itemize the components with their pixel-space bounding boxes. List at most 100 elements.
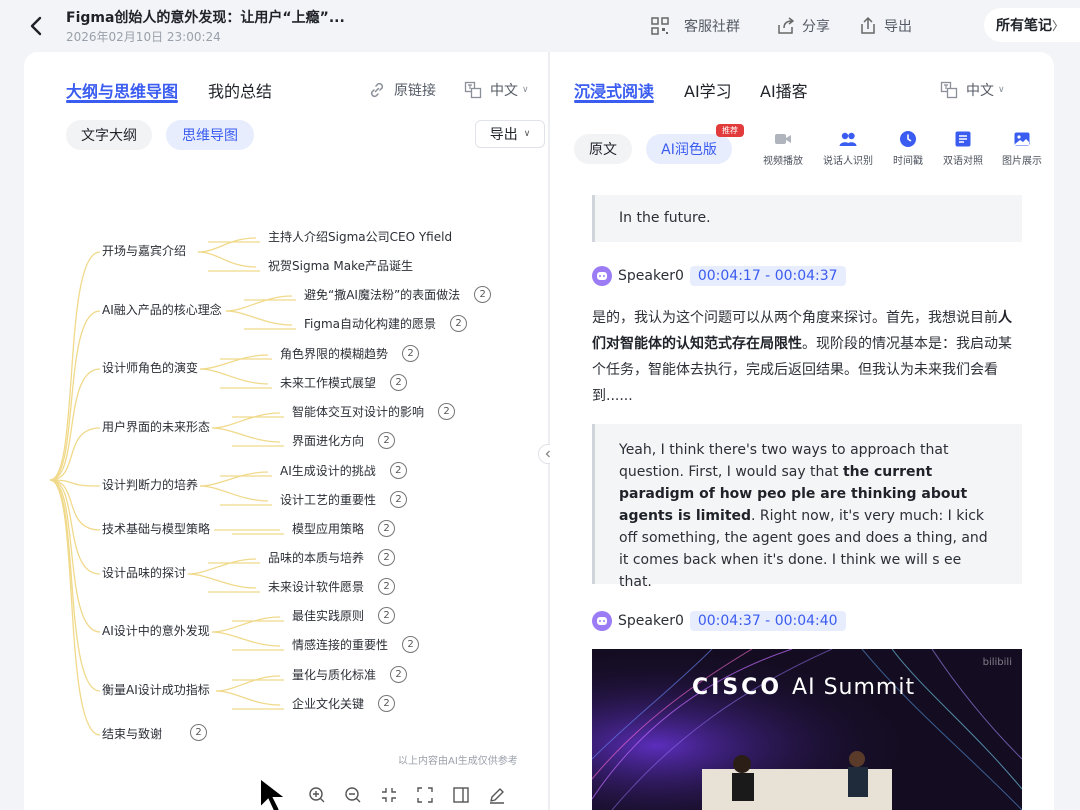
expand-count-badge[interactable]: 2 [378,578,396,595]
feature-image-display[interactable]: 图片展示 [998,130,1046,167]
translate-icon [940,81,958,99]
mindmap-subtopic[interactable]: 模型应用策略 2 [292,520,396,537]
subtopic-label: 未来设计软件愿景 [268,580,365,594]
recommend-badge: 推荐 [716,124,744,137]
mindmap-subtopic[interactable]: 祝贺Sigma Make产品诞生 [268,257,413,274]
video-camera-icon [775,134,791,144]
mindmap-subtopic[interactable]: 避免“撒AI魔法粉”的表面做法 2 [304,286,492,303]
mindmap-subtopic[interactable]: 量化与质化标准 2 [292,666,408,683]
mindmap-subtopic[interactable]: Figma自动化构建的愿景 2 [304,315,468,332]
speaker-name: Speaker0 [618,268,684,284]
transcript-quote: Yeah, I think there's two ways to approa… [592,424,1022,590]
mindmap-topic[interactable]: 衡量AI设计成功指标 [102,681,210,698]
mindmap-topic[interactable]: AI融入产品的核心理念 [102,301,222,318]
expand-count-badge[interactable]: 2 [402,636,420,653]
mindmap-subtopic[interactable]: 主持人介绍Sigma公司CEO Yfield [268,228,452,245]
mindmap-subtopic[interactable]: 界面进化方向 2 [292,432,396,449]
branch-line [199,471,269,487]
expand-count-badge[interactable]: 2 [378,607,396,624]
expand-count-badge[interactable]: 2 [390,374,408,391]
feature-video-playback[interactable]: 视频播放 [759,130,807,167]
mindmap-subtopic[interactable]: 情感连接的重要性 2 [292,636,420,653]
mindmap-topic[interactable]: 结束与致谢 [102,725,162,742]
mindmap-subtopic[interactable]: 未来工作模式展望 2 [280,374,408,391]
tab-ai-learning[interactable]: AI学习 [684,78,732,102]
mindmap-canvas[interactable]: 开场与嘉宾介绍 主持人介绍Sigma公司CEO Yfield 祝贺Sigma Mak… [24,52,548,810]
branch-line [187,558,257,575]
expand-count-badge[interactable]: 2 [390,666,408,683]
customer-group-button[interactable]: 客服社群 [650,15,740,37]
mindmap-topic[interactable]: 设计判断力的培养 [102,476,198,493]
mouse-cursor-icon [259,776,289,810]
subtopic-label: 情感连接的重要性 [292,638,389,652]
mindmap-topic[interactable]: AI设计中的意外发现 [102,622,210,639]
tab-ai-podcast[interactable]: AI播客 [760,78,808,102]
expand-count-badge[interactable]: 2 [378,432,396,449]
expand-count-badge[interactable]: 2 [378,520,396,537]
subtopic-label: 模型应用策略 [292,522,365,536]
mindmap-subtopic[interactable]: 最佳实践原则 2 [292,607,396,624]
edit-pen-icon[interactable] [488,786,506,804]
back-arrow-icon[interactable] [26,14,48,38]
speaker-id-icon [839,132,857,146]
expand-count-badge[interactable]: 2 [450,315,468,332]
expand-count-badge[interactable]: 2 [378,695,396,712]
mindmap-subtopic[interactable]: 角色界限的模糊趋势 2 [280,345,420,362]
language-select-right[interactable]: 中文 ∨ [940,80,1005,100]
export-icon [861,17,875,34]
feature-label: 时间戳 [893,156,923,167]
feature-bilingual[interactable]: 双语对照 [939,130,987,167]
mindmap-topic[interactable]: 用户界面的未来形态 [102,418,210,435]
video-frame[interactable]: CISCO AI Summit bilibili [592,649,1022,810]
pill-ai-polished[interactable]: AI润色版 [646,134,732,164]
speaker-timestamp[interactable]: 00:04:17 - 00:04:37 [689,266,846,286]
mindmap-subtopic[interactable]: 智能体交互对设计的影响 2 [292,403,456,420]
expand-count-badge[interactable]: 2 [378,549,396,566]
branch-line [211,427,281,443]
mindmap-subtopic[interactable]: AI生成设计的挑战 2 [280,462,407,479]
export-top-button[interactable]: 导出 [858,15,912,37]
expand-count-badge[interactable]: 2 [389,462,407,479]
branch-line [49,479,101,633]
branch-line [199,368,269,385]
collapse-icon[interactable] [380,786,398,804]
branch-line [199,354,269,370]
feature-speaker-id[interactable]: 说话人识别 [823,130,873,167]
branch-line [211,631,281,647]
tab-immersive-reading[interactable]: 沉浸式阅读 [574,78,654,102]
mindmap-topic[interactable]: 设计师角色的演变 [102,359,198,376]
speaker-timestamp[interactable]: 00:04:37 - 00:04:40 [689,611,846,631]
expand-count-badge[interactable]: 2 [390,491,408,508]
branch-line [49,479,101,736]
speaker-avatar-icon [592,611,612,631]
mindmap-subtopic[interactable]: 企业文化关键 2 [292,695,396,712]
mindmap-topic[interactable]: 开场与嘉宾介绍 [102,242,186,259]
mindmap-subtopic[interactable]: 设计工艺的重要性 2 [280,491,408,508]
feature-label: 双语对照 [943,156,983,167]
subtopic-label: 未来工作模式展望 [280,376,377,390]
subtopic-label: 祝贺Sigma Make产品诞生 [268,259,414,273]
feature-timestamp[interactable]: 时间戳 [884,130,932,167]
expand-count-badge[interactable]: 2 [438,403,456,420]
document-title: Figma创始人的意外发现：让用户“上瘾”... [66,10,345,26]
fullscreen-icon[interactable] [416,786,434,804]
subtopic-label: Figma自动化构建的愿景 [304,317,437,331]
zoom-out-icon[interactable] [344,786,362,804]
mindmap-topic[interactable]: 技术基础与模型策略 [102,520,210,537]
share-button[interactable]: 分享 [776,15,830,37]
video-brand: CISCO [692,675,783,700]
mindmap-toolbar [308,786,506,810]
clock-icon [900,131,916,147]
expand-count-badge[interactable]: 2 [402,345,420,362]
pill-original-text[interactable]: 原文 [574,134,632,164]
branch-line [187,573,257,589]
mindmap-topic[interactable]: 设计品味的探讨 [102,564,186,581]
mindmap-subtopic[interactable]: 品味的本质与培养 2 [268,549,396,566]
expand-count-badge[interactable]: 2 [474,286,492,303]
expand-count-badge[interactable]: 2 [190,724,207,741]
subtopic-label: 品味的本质与培养 [268,551,365,565]
zoom-in-icon[interactable] [308,786,326,804]
all-notes-button[interactable]: 所有笔记 〉 [984,8,1080,42]
sidebar-toggle-icon[interactable] [452,786,470,804]
mindmap-subtopic[interactable]: 未来设计软件愿景 2 [268,578,396,595]
